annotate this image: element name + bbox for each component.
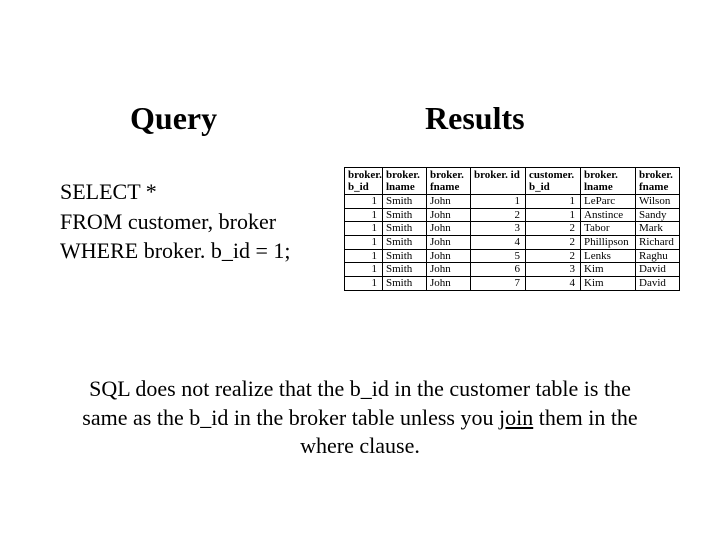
table-row: 1SmithJohn63KimDavid (345, 263, 680, 277)
footer-text-1: SQL does not realize that the b_id in th… (89, 376, 631, 401)
columns: SELECT * FROM customer, broker WHERE bro… (40, 167, 680, 291)
table-row: 1SmithJohn74KimDavid (345, 277, 680, 291)
col-broker-fname-1: broker.fname (427, 168, 471, 195)
query-line-1: SELECT * (60, 177, 344, 207)
table-row: 1SmithJohn11LeParcWilson (345, 195, 680, 209)
table-body: 1SmithJohn11LeParcWilson 1SmithJohn21Ans… (345, 195, 680, 290)
col-broker-lname-2: broker.lname (581, 168, 636, 195)
query-line-3: WHERE broker. b_id = 1; (60, 236, 344, 266)
col-broker-b_id: broker.b_id (345, 168, 383, 195)
table-header-row: broker.b_id broker.lname broker.fname br… (345, 168, 680, 195)
table-row: 1SmithJohn42PhillipsonRichard (345, 236, 680, 250)
sql-query-block: SELECT * FROM customer, broker WHERE bro… (40, 167, 344, 266)
col-broker-fname-2: broker.fname (636, 168, 680, 195)
headings-row: Query Results (40, 100, 680, 137)
table-row: 1SmithJohn52LenksRaghu (345, 249, 680, 263)
footer-note: SQL does not realize that the b_id in th… (60, 375, 660, 461)
col-broker-id: broker. id (471, 168, 526, 195)
results-block: broker.b_id broker.lname broker.fname br… (344, 167, 680, 291)
heading-results: Results (345, 100, 525, 137)
footer-text-2: same as the b_id in the broker table unl… (82, 405, 499, 430)
col-broker-lname-1: broker.lname (383, 168, 427, 195)
footer-join-underline: join (499, 405, 533, 430)
footer-text-3: them in the (533, 405, 637, 430)
table-row: 1SmithJohn21AnstinceSandy (345, 208, 680, 222)
heading-query: Query (40, 100, 345, 137)
col-customer-b_id: customer.b_id (526, 168, 581, 195)
slide-content: Query Results SELECT * FROM customer, br… (0, 0, 720, 291)
results-table: broker.b_id broker.lname broker.fname br… (344, 167, 680, 291)
query-line-2: FROM customer, broker (60, 207, 344, 237)
footer-text-4: where clause. (300, 433, 420, 458)
table-row: 1SmithJohn32TaborMark (345, 222, 680, 236)
